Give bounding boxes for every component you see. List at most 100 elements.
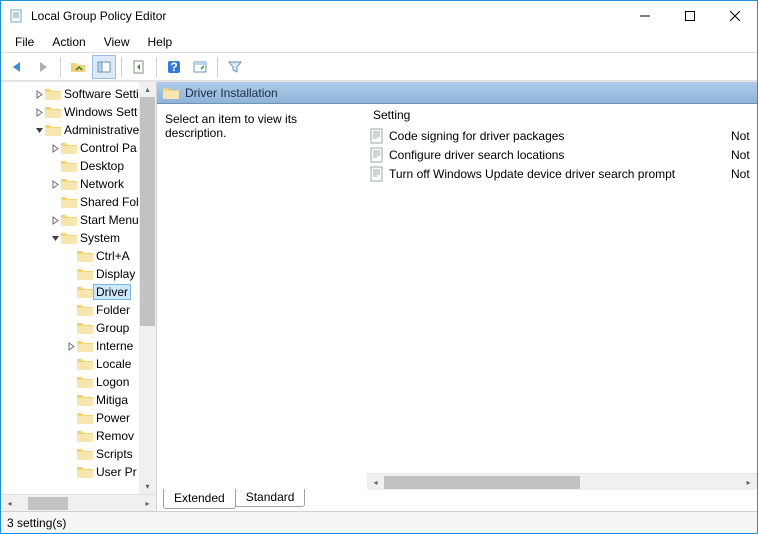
expander-icon[interactable]	[49, 160, 61, 172]
expander-icon[interactable]	[49, 142, 61, 154]
tree-item[interactable]: Display	[1, 265, 156, 283]
tree-item[interactable]: Software Setti	[1, 85, 156, 103]
tree-item[interactable]: Shared Fol	[1, 193, 156, 211]
list-header: Setting	[367, 104, 757, 126]
tree-item-label: Control Pa	[80, 141, 137, 155]
policy-icon	[369, 166, 385, 182]
toolbar-separator	[217, 57, 218, 77]
tree-item[interactable]: Locale	[1, 355, 156, 373]
tree-item-label: Scripts	[96, 447, 133, 461]
scroll-left-button[interactable]: ◂	[1, 496, 18, 511]
list-item-label: Turn off Windows Update device driver se…	[389, 167, 731, 181]
column-setting[interactable]: Setting	[367, 104, 757, 126]
app-icon	[9, 8, 25, 24]
list-item-state: Not	[731, 129, 757, 143]
tree-view[interactable]: Software Setti Windows SettAdministrative…	[1, 82, 156, 494]
list-item[interactable]: Configure driver search locationsNot	[367, 145, 757, 164]
tree-item[interactable]: Power	[1, 409, 156, 427]
scroll-down-button[interactable]: ▾	[139, 479, 156, 494]
tree-item[interactable]: Windows Sett	[1, 103, 156, 121]
expander-icon[interactable]	[49, 214, 61, 226]
help-button[interactable]: ?	[162, 55, 186, 79]
tree-item[interactable]: Control Pa	[1, 139, 156, 157]
up-folder-button[interactable]	[66, 55, 90, 79]
scroll-right-button[interactable]: ▸	[139, 496, 156, 511]
expander-icon[interactable]	[65, 466, 77, 478]
content-header: Driver Installation	[157, 82, 757, 104]
expander-icon[interactable]	[49, 178, 61, 190]
tree-item[interactable]: Logon	[1, 373, 156, 391]
back-button[interactable]	[5, 55, 29, 79]
tree-item[interactable]: Ctrl+A	[1, 247, 156, 265]
tree-item[interactable]: Network	[1, 175, 156, 193]
tree-item[interactable]: Group	[1, 319, 156, 337]
tab-extended[interactable]: Extended	[163, 489, 236, 509]
tree-item[interactable]: Interne	[1, 337, 156, 355]
expander-icon[interactable]	[33, 124, 45, 136]
tabs: Extended Standard	[157, 490, 757, 511]
tree-item-label: Logon	[96, 375, 129, 389]
tree-item[interactable]: Remov	[1, 427, 156, 445]
policy-icon	[369, 128, 385, 144]
list-horizontal-scrollbar[interactable]: ◂ ▸	[367, 473, 757, 490]
status-text: 3 setting(s)	[7, 516, 66, 530]
menu-file[interactable]: File	[7, 33, 42, 51]
show-hide-tree-button[interactable]	[92, 55, 116, 79]
tree-item[interactable]: System	[1, 229, 156, 247]
tab-standard[interactable]: Standard	[235, 489, 306, 507]
forward-button[interactable]	[31, 55, 55, 79]
tree-item[interactable]: Administrative	[1, 121, 156, 139]
expander-icon[interactable]	[65, 430, 77, 442]
filter-button[interactable]	[223, 55, 247, 79]
tree-item[interactable]: Scripts	[1, 445, 156, 463]
tree-item[interactable]: Mitiga	[1, 391, 156, 409]
tree-vertical-scrollbar[interactable]: ▴ ▾	[139, 82, 156, 494]
menu-help[interactable]: Help	[140, 33, 181, 51]
tree-item[interactable]: User Pr	[1, 463, 156, 481]
tree-horizontal-scrollbar[interactable]: ◂ ▸	[1, 494, 156, 511]
expander-icon[interactable]	[65, 268, 77, 280]
tree-item-label: Ctrl+A	[96, 249, 130, 263]
properties-button[interactable]	[188, 55, 212, 79]
expander-icon[interactable]	[49, 196, 61, 208]
expander-icon[interactable]	[49, 232, 61, 244]
menu-view[interactable]: View	[96, 33, 138, 51]
tree-item-label: Display	[96, 267, 135, 281]
policy-icon	[369, 147, 385, 163]
expander-icon[interactable]	[65, 250, 77, 262]
list-item-state: Not	[731, 148, 757, 162]
window: Local Group Policy Editor File Action Vi…	[0, 0, 758, 534]
description-prompt: Select an item to view its description.	[165, 112, 297, 140]
statusbar: 3 setting(s)	[1, 511, 757, 533]
scroll-left-button[interactable]: ◂	[367, 475, 384, 490]
close-button[interactable]	[712, 1, 757, 31]
expander-icon[interactable]	[65, 448, 77, 460]
expander-icon[interactable]	[33, 88, 45, 100]
list-item[interactable]: Turn off Windows Update device driver se…	[367, 164, 757, 183]
menu-action[interactable]: Action	[44, 33, 93, 51]
scroll-up-button[interactable]: ▴	[139, 82, 156, 97]
tree-item[interactable]: Folder	[1, 301, 156, 319]
list-item[interactable]: Code signing for driver packagesNot	[367, 126, 757, 145]
tree-item[interactable]: Driver	[1, 283, 156, 301]
expander-icon[interactable]	[65, 412, 77, 424]
tree-item-label: Software Setti	[64, 87, 139, 101]
expander-icon[interactable]	[33, 106, 45, 118]
expander-icon[interactable]	[65, 304, 77, 316]
expander-icon[interactable]	[65, 394, 77, 406]
expander-icon[interactable]	[65, 286, 77, 298]
expander-icon[interactable]	[65, 376, 77, 388]
maximize-button[interactable]	[667, 1, 712, 31]
tree-item[interactable]: Start Menu	[1, 211, 156, 229]
tree-item-label: Group	[96, 321, 129, 335]
tree-item-label: User Pr	[96, 465, 137, 479]
expander-icon[interactable]	[65, 322, 77, 334]
expander-icon[interactable]	[65, 358, 77, 370]
tree-item[interactable]: Desktop	[1, 157, 156, 175]
export-button[interactable]	[127, 55, 151, 79]
minimize-button[interactable]	[622, 1, 667, 31]
scroll-right-button[interactable]: ▸	[740, 475, 757, 490]
expander-icon[interactable]	[65, 340, 77, 352]
toolbar-separator	[156, 57, 157, 77]
content-header-title: Driver Installation	[185, 86, 278, 100]
